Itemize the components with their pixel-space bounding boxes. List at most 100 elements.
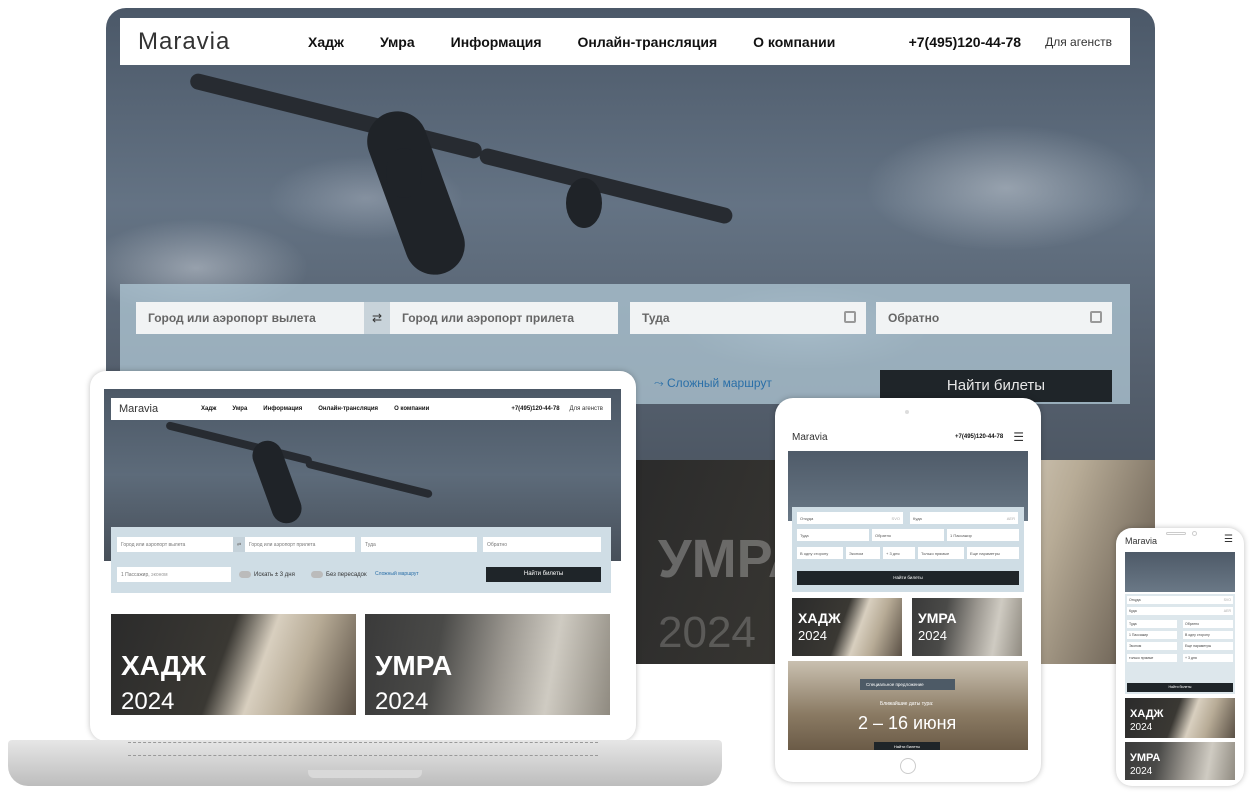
return-date-input[interactable]: Обратно — [1183, 620, 1233, 628]
class-label: эконом — [151, 572, 168, 578]
phone-screen: Maravia ☰ Откуда SVO Куда AER Туда Обрат… — [1123, 534, 1237, 780]
toggle-direct-label: Без пересадок — [326, 572, 367, 579]
to-input[interactable]: Куда AER — [910, 512, 1018, 524]
from-input[interactable]: Город или аэропорт вылета — [117, 537, 233, 552]
hajj-card[interactable]: ХАДЖ 2024 — [111, 614, 356, 715]
agency-link[interactable]: Для агенств — [1045, 35, 1112, 49]
menu-item-umra[interactable]: Умра — [380, 34, 415, 50]
find-tickets-button[interactable]: Найти билеты — [797, 571, 1019, 585]
menu-item-hajj[interactable]: Хадж — [201, 406, 216, 412]
menu-icon[interactable]: ☰ — [1224, 534, 1233, 545]
from-code: SVO — [1223, 598, 1231, 602]
oneway-select[interactable]: В одну сторону — [797, 547, 843, 559]
logo[interactable]: Maravia — [138, 28, 308, 56]
promo-find-button[interactable]: Найти билеты — [874, 742, 940, 750]
depart-label: Туда — [642, 311, 670, 325]
class-select[interactable]: Эконом — [1127, 642, 1177, 650]
logo[interactable]: Maravia — [792, 432, 828, 443]
menu-item-live[interactable]: Онлайн-трансляция — [578, 34, 718, 50]
tour-dates: 2 – 16 июня — [858, 713, 957, 733]
toggle-direct[interactable]: Без пересадок — [311, 571, 367, 578]
swap-icon[interactable]: ⇄ — [233, 537, 245, 552]
laptop-keyboard-base — [8, 740, 722, 786]
direct-only-checkbox[interactable]: только прямые — [1127, 654, 1177, 662]
depart-date-input[interactable]: Туда — [630, 302, 866, 334]
menu-item-hajj[interactable]: Хадж — [308, 34, 344, 50]
main-menu: Хадж Умра Информация Онлайн-трансляция О… — [201, 406, 429, 412]
logo[interactable]: Maravia — [1125, 536, 1157, 546]
umra-card[interactable]: УМРА 2024 — [1125, 742, 1235, 780]
from-input[interactable]: Город или аэропорт вылета — [136, 302, 364, 334]
more-params-select[interactable]: Еще параметры — [1183, 642, 1233, 650]
card-title: ХАДЖ — [798, 610, 841, 626]
plus-3days-checkbox[interactable]: + 3 дня — [883, 547, 915, 559]
home-button-icon[interactable] — [900, 758, 916, 774]
speaker-icon — [1166, 532, 1186, 535]
toggle-3days[interactable]: Искать ± 3 дня — [239, 571, 295, 578]
more-params-select[interactable]: Еще параметры — [967, 547, 1019, 559]
depart-date-input[interactable]: Туда — [361, 537, 477, 552]
phone-top-nav: Maravia ☰ — [1123, 534, 1237, 548]
complex-route-link[interactable]: Сложный маршрут — [375, 571, 419, 577]
logo[interactable]: Maravia — [119, 403, 201, 415]
desktop-top-nav: Maravia Хадж Умра Информация Онлайн-тран… — [120, 18, 1130, 65]
menu-item-live[interactable]: Онлайн-трансляция — [318, 406, 378, 412]
agency-link[interactable]: Для агенств — [570, 406, 603, 412]
menu-item-about[interactable]: О компании — [394, 406, 429, 412]
passengers-select[interactable]: 1 Пассажир — [947, 529, 1019, 541]
umra-card[interactable]: УМРА 2024 — [912, 598, 1022, 656]
swap-icon[interactable]: ⇄ — [364, 302, 390, 334]
to-label: Куда — [1129, 609, 1137, 613]
class-select[interactable]: Эконом — [846, 547, 880, 559]
complex-route-link[interactable]: ⤳ Сложный маршрут — [654, 376, 772, 391]
from-input[interactable]: Откуда SVO — [1127, 596, 1233, 604]
airplane-image — [144, 419, 444, 528]
menu-item-about[interactable]: О компании — [753, 34, 835, 50]
passengers-select[interactable]: 1 Пассажир — [1127, 631, 1177, 639]
card-title: УМРА — [918, 610, 957, 626]
to-label: Куда — [913, 516, 922, 521]
menu-item-info[interactable]: Информация — [263, 406, 302, 412]
card-title: ХАДЖ — [121, 650, 207, 681]
keyboard — [128, 742, 598, 756]
card-title: ХАДЖ — [1130, 708, 1164, 720]
card-title: УМРА — [375, 650, 453, 681]
return-date-input[interactable]: Обратно — [872, 529, 944, 541]
return-date-input[interactable]: Обратно — [876, 302, 1112, 334]
plus-3days-checkbox[interactable]: + 3 дня — [1183, 654, 1233, 662]
tour-dates-label: Ближайшие даты тура: — [880, 701, 934, 707]
toggle-3days-label: Искать ± 3 дня — [254, 572, 295, 579]
menu-item-info[interactable]: Информация — [451, 34, 542, 50]
oneway-select[interactable]: В одну сторону — [1183, 631, 1233, 639]
phone-number[interactable]: +7(495)120-44-78 — [909, 34, 1021, 50]
phone-number[interactable]: +7(495)120-44-78 — [511, 406, 559, 412]
passengers-select[interactable]: 1 Пассажир, эконом — [117, 567, 231, 582]
hajj-card[interactable]: ХАДЖ 2024 — [792, 598, 902, 656]
depart-date-input[interactable]: Туда — [797, 529, 869, 541]
laptop-device: Maravia Хадж Умра Информация Онлайн-тран… — [90, 371, 636, 741]
return-label: Обратно — [888, 311, 940, 325]
route-icon: ⤳ — [654, 376, 667, 390]
to-code: AER — [1223, 609, 1231, 613]
umra-card-year: 2024 — [658, 608, 756, 657]
menu-item-umra[interactable]: Умра — [232, 406, 247, 412]
tablet-top-nav: Maravia +7(495)120-44-78 ☰ — [788, 423, 1028, 451]
to-input[interactable]: Куда AER — [1127, 607, 1233, 615]
return-date-input[interactable]: Обратно — [483, 537, 601, 552]
direct-only-checkbox[interactable]: Только прямые — [918, 547, 964, 559]
menu-icon[interactable]: ☰ — [1013, 430, 1024, 444]
flight-search-panel: Откуда SVO Куда AER Туда Обратно 1 Пасса… — [792, 507, 1024, 592]
to-input[interactable]: Город или аэропорт прилета — [390, 302, 618, 334]
umra-card[interactable]: УМРА 2024 — [365, 614, 610, 715]
phone-number[interactable]: +7(495)120-44-78 — [955, 434, 1003, 440]
card-year: 2024 — [121, 688, 175, 715]
hajj-card[interactable]: ХАДЖ 2024 — [1125, 698, 1235, 738]
depart-date-input[interactable]: Туда — [1127, 620, 1177, 628]
to-input[interactable]: Город или аэропорт прилета — [245, 537, 355, 552]
find-tickets-button[interactable]: Найти билеты — [486, 567, 601, 582]
toggle-switch[interactable] — [239, 571, 251, 578]
find-tickets-button[interactable]: Найти билеты — [1127, 683, 1233, 692]
from-label: Откуда — [800, 516, 814, 521]
from-input[interactable]: Откуда SVO — [797, 512, 903, 524]
toggle-switch[interactable] — [311, 571, 323, 578]
